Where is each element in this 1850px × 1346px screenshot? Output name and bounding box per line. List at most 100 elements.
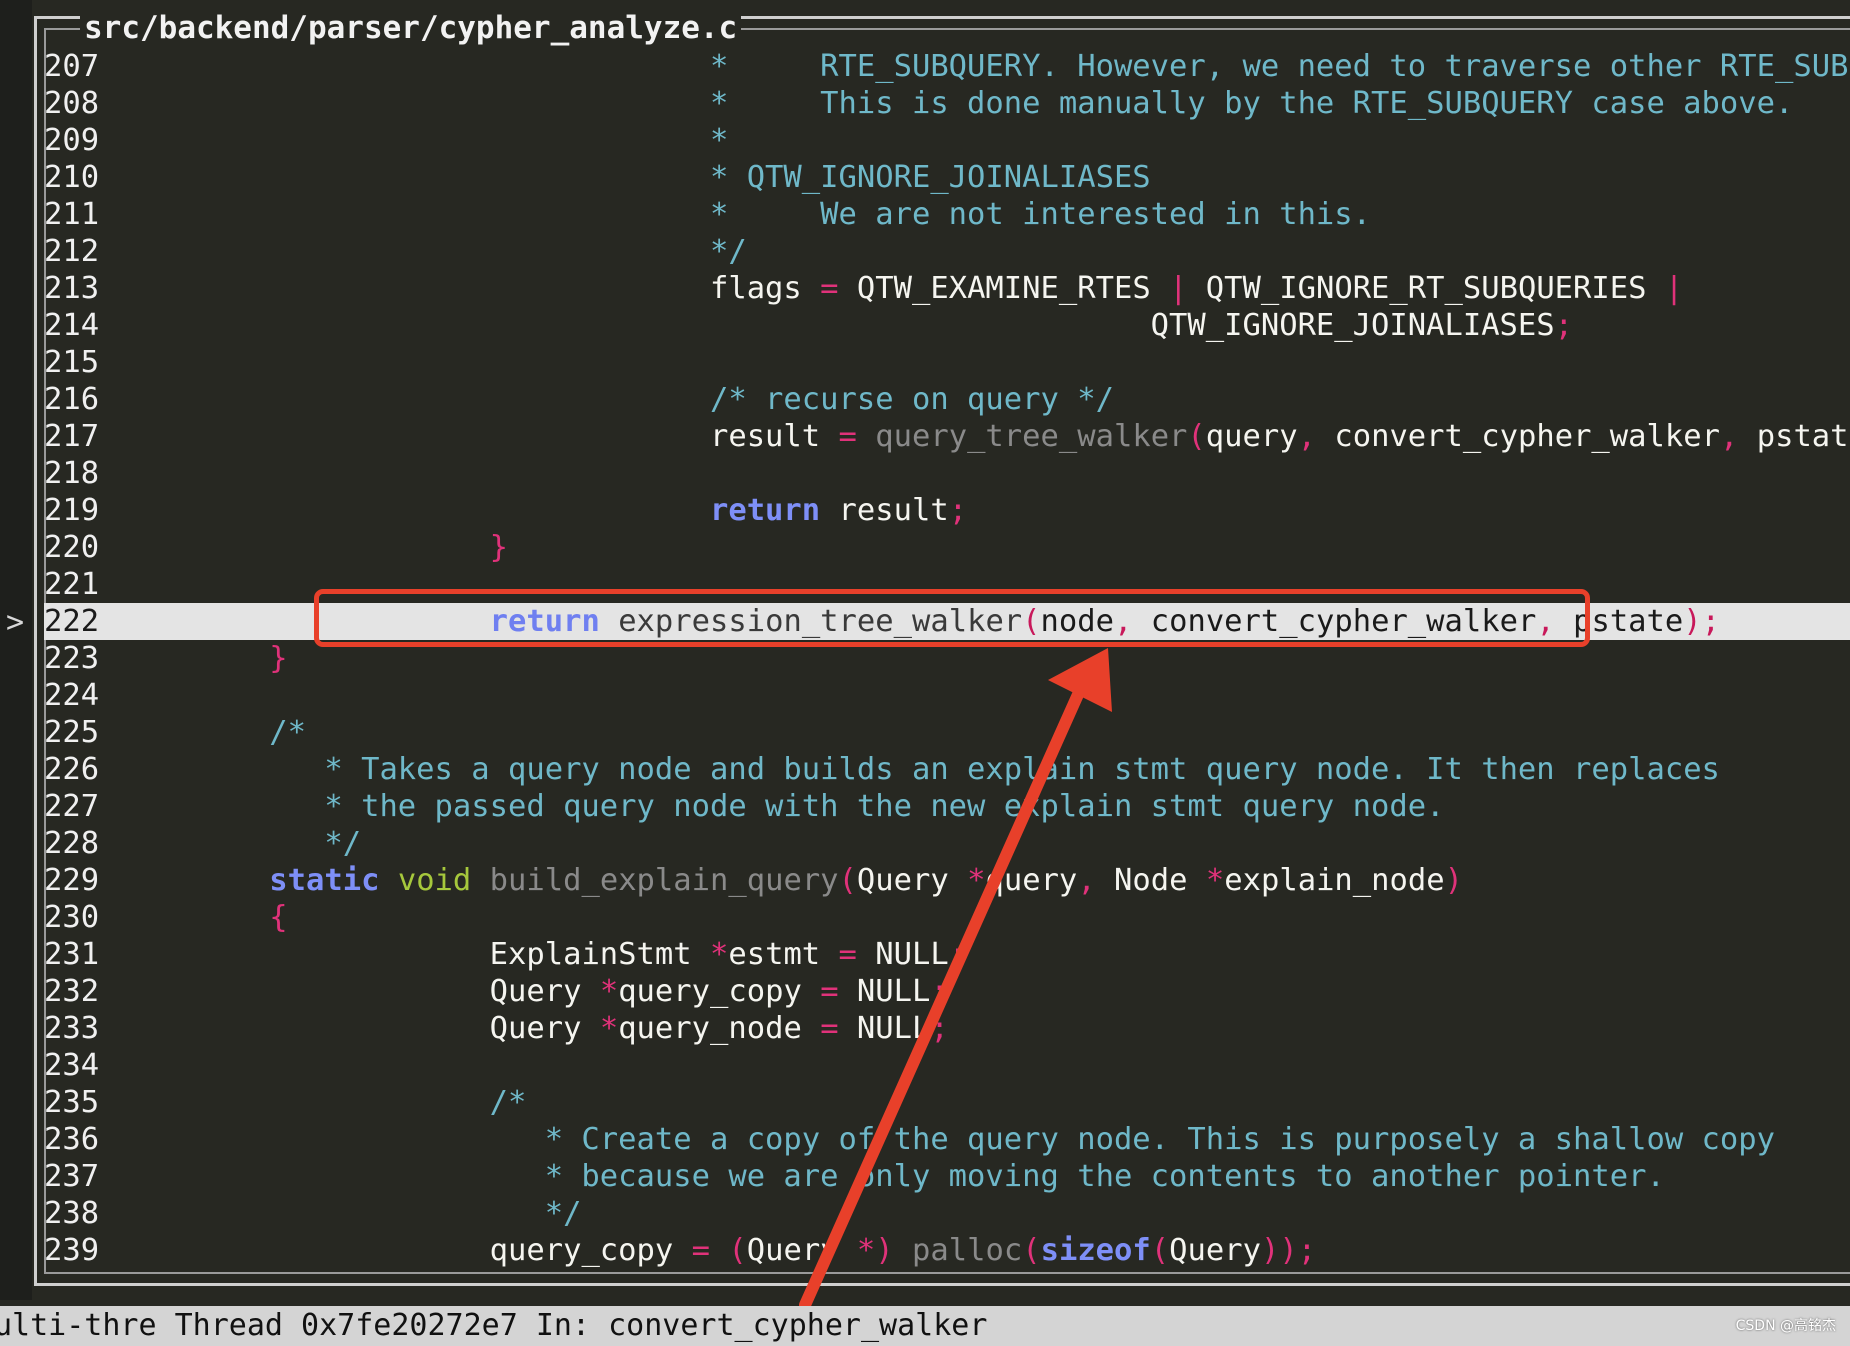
code-token: *: [709, 123, 729, 158]
line-number: 233: [44, 1011, 100, 1046]
code-line[interactable]: 211 * We are not interested in this.: [44, 196, 1850, 233]
line-number: 227: [44, 789, 100, 824]
code-token: query_copy: [618, 974, 802, 1009]
code-token: ,: [1536, 604, 1574, 639]
code-line[interactable]: 219 return result;: [44, 492, 1850, 529]
line-number: 225: [44, 715, 100, 750]
code-token: QTW_IGNORE_JOINALIASES: [1150, 308, 1555, 343]
code-token: Node: [1114, 863, 1206, 898]
status-bar: ulti-thre Thread 0x7fe20272e7 In: conver…: [0, 1306, 1850, 1346]
code-line-current[interactable]: 222 return expression_tree_walker(node, …: [44, 603, 1850, 640]
code-line[interactable]: 214 QTW_IGNORE_JOINALIASES;: [44, 307, 1850, 344]
code-token: =: [820, 419, 876, 454]
code-line[interactable]: 217 result = query_tree_walker(query, co…: [44, 418, 1850, 455]
code-token: (: [1187, 419, 1206, 454]
code-token: * the passed query node with the new exp…: [324, 789, 1445, 824]
code-line[interactable]: 228 */: [44, 825, 1850, 862]
gdb-tui-window: > src/backend/parser/cypher_analyze.c 20…: [0, 0, 1850, 1346]
code-token: * QTW_IGNORE_JOINALIASES: [709, 160, 1151, 195]
line-number: 228: [44, 826, 100, 861]
code-line[interactable]: 213 flags = QTW_EXAMINE_RTES | QTW_IGNOR…: [44, 270, 1850, 307]
code-line[interactable]: 237 * because we are only moving the con…: [44, 1158, 1850, 1195]
code-line[interactable]: 236 * Create a copy of the query node. T…: [44, 1121, 1850, 1158]
code-token: /*: [269, 715, 306, 750]
code-token: ;: [948, 493, 968, 528]
code-token: pstate: [1573, 604, 1684, 639]
code-token: query: [985, 863, 1078, 898]
watermark-text: CSDN @高铭杰: [1735, 1318, 1836, 1334]
line-number: 214: [44, 308, 100, 343]
code-line[interactable]: 233 Query *query_node = NULL;: [44, 1010, 1850, 1047]
current-line-gutter: >: [0, 0, 32, 1300]
code-line[interactable]: 225 /*: [44, 714, 1850, 751]
line-number: 235: [44, 1085, 100, 1120]
code-token: ;: [948, 937, 968, 972]
source-file-title: src/backend/parser/cypher_analyze.c: [80, 8, 742, 48]
code-token: query_tree_walker: [875, 419, 1188, 454]
code-token: (: [1022, 604, 1041, 639]
code-line[interactable]: 207 * RTE_SUBQUERY. However, we need to …: [44, 48, 1850, 85]
code-token: *: [1205, 863, 1225, 898]
line-number: 220: [44, 530, 100, 565]
code-token: ,: [1719, 419, 1757, 454]
code-line[interactable]: 238 */: [44, 1195, 1850, 1232]
line-number: 210: [44, 160, 100, 195]
code-line[interactable]: 223 }: [44, 640, 1850, 677]
code-token: *: [599, 974, 619, 1009]
code-line[interactable]: 232 Query *query_copy = NULL;: [44, 973, 1850, 1010]
line-number: 237: [44, 1159, 100, 1194]
code-line[interactable]: 215: [44, 344, 1850, 381]
code-token: /* recurse on query */: [709, 382, 1114, 417]
code-token: query_node: [618, 1011, 802, 1046]
code-line[interactable]: 230 {: [44, 899, 1850, 936]
code-token: palloc: [912, 1233, 1023, 1268]
code-line[interactable]: 218: [44, 455, 1850, 492]
code-line[interactable]: 212 */: [44, 233, 1850, 270]
line-number: 219: [44, 493, 100, 528]
code-line[interactable]: 208 * This is done manually by the RTE_S…: [44, 85, 1850, 122]
code-line[interactable]: 210 * QTW_IGNORE_JOINALIASES: [44, 159, 1850, 196]
code-token: Query: [746, 1233, 857, 1268]
code-token: (: [728, 1233, 747, 1268]
code-token: Query: [1169, 1233, 1261, 1268]
code-line[interactable]: 224: [44, 677, 1850, 714]
code-line[interactable]: 221: [44, 566, 1850, 603]
code-token: convert_cypher_walker: [1334, 419, 1720, 454]
code-line[interactable]: 216 /* recurse on query */: [44, 381, 1850, 418]
code-token: QTW_IGNORE_RT_SUBQUERIES: [1205, 271, 1647, 306]
code-token: *: [599, 1011, 619, 1046]
code-token: NULL: [856, 974, 931, 1009]
line-number: 221: [44, 567, 100, 602]
code-token: ,: [1114, 604, 1151, 639]
line-number: 230: [44, 900, 100, 935]
code-token: * RTE_SUBQUERY. However, we need to trav…: [709, 49, 1850, 84]
code-line[interactable]: 229 static void build_explain_query(Quer…: [44, 862, 1850, 899]
source-code-view[interactable]: 207 * RTE_SUBQUERY. However, we need to …: [44, 48, 1850, 1269]
code-token: * Takes a query node and builds an expla…: [324, 752, 1720, 787]
code-line[interactable]: 239 query_copy = (Query *) palloc(sizeof…: [44, 1232, 1850, 1269]
code-line[interactable]: 220 }: [44, 529, 1850, 566]
code-line[interactable]: 235 /*: [44, 1084, 1850, 1121]
code-line[interactable]: 227 * the passed query node with the new…: [44, 788, 1850, 825]
line-number: 223: [44, 641, 100, 676]
code-line[interactable]: 231 ExplainStmt *estmt = NULL;: [44, 936, 1850, 973]
code-token: =: [673, 1233, 729, 1268]
code-line[interactable]: 234: [44, 1047, 1850, 1084]
code-line[interactable]: 209 *: [44, 122, 1850, 159]
line-number: 229: [44, 863, 100, 898]
code-line[interactable]: 226 * Takes a query node and builds an e…: [44, 751, 1850, 788]
code-token: convert_cypher_walker: [1150, 604, 1537, 639]
code-token: (: [1150, 1233, 1170, 1268]
